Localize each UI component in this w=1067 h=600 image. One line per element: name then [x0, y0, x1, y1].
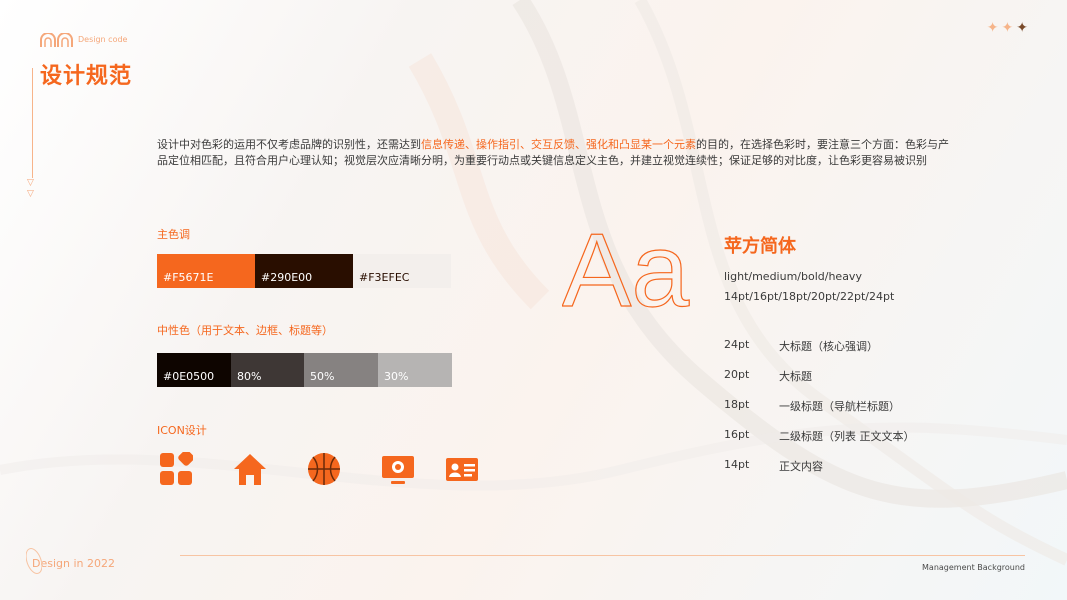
type-usage: 大标题: [779, 370, 812, 383]
type-size: 16pt: [724, 428, 750, 441]
chevron-down-icon: ▽: [27, 189, 34, 199]
color-code: 50%: [310, 370, 335, 383]
type-usage: 二级标题（列表 正文文本）: [779, 430, 915, 443]
type-size: 20pt: [724, 368, 750, 381]
color-code: #F3EFEC: [359, 271, 410, 284]
type-scale-row: 14pt 正文内容: [724, 458, 823, 474]
type-size: 18pt: [724, 398, 750, 411]
icon-section-label: ICON设计: [157, 424, 207, 437]
color-swatch: 80%: [231, 353, 304, 387]
vertical-divider: [32, 68, 33, 178]
type-scale-row: 20pt 大标题: [724, 368, 812, 384]
color-code: 80%: [237, 370, 262, 383]
color-swatch: #0E0500: [157, 353, 231, 387]
intro-paragraph: 设计中对色彩的运用不仅考虑品牌的识别性，还需达到信息传递、操作指引、交互反馈、强…: [157, 137, 957, 169]
basketball-icon: [305, 450, 343, 488]
type-scale-row: 24pt 大标题（核心强调）: [724, 338, 878, 354]
color-code: #F5671E: [163, 271, 214, 284]
main-color-swatches: #F5671E #290E00 #F3EFEC: [157, 254, 451, 288]
chevron-down-icon: ▽: [27, 178, 34, 188]
color-code: 30%: [384, 370, 409, 383]
type-scale-row: 18pt 一级标题（导航栏标题）: [724, 398, 900, 414]
page-title: 设计规范: [40, 64, 133, 89]
color-swatch: #F3EFEC: [353, 254, 451, 288]
oval-outline-icon: [26, 548, 42, 574]
font-name: 苹方简体: [724, 236, 796, 257]
main-colors-label: 主色调: [157, 228, 190, 241]
id-card-icon: [443, 450, 481, 488]
intro-highlight: 信息传递、操作指引、交互反馈、强化和凸显某一个元素: [421, 138, 696, 151]
color-swatch: #F5671E: [157, 254, 255, 288]
neutral-color-swatches: #0E0500 80% 50% 30%: [157, 353, 452, 387]
sample-glyph-text: Aa: [562, 218, 689, 314]
type-size: 14pt: [724, 458, 750, 471]
double-arch-logo-icon: [40, 32, 74, 51]
font-sizes: 14pt/16pt/18pt/20pt/22pt/24pt: [724, 290, 895, 303]
apps-grid-icon: [157, 450, 195, 488]
icon-showcase: [157, 450, 481, 488]
color-swatch: 30%: [378, 353, 452, 387]
type-scale-row: 16pt 二级标题（列表 正文文本）: [724, 428, 915, 444]
neutral-colors-label: 中性色（用于文本、边框、标题等）: [157, 324, 333, 337]
design-code-label: Design code: [78, 35, 128, 44]
background-wave-pattern: [0, 0, 1067, 566]
type-usage: 正文内容: [779, 460, 823, 473]
footer-right-label: Management Background: [922, 563, 1025, 572]
color-code: #0E0500: [163, 370, 215, 383]
font-weights: light/medium/bold/heavy: [724, 270, 862, 283]
footer-year-text: Design in 2022: [32, 557, 115, 570]
intro-text: 设计中对色彩的运用不仅考虑品牌的识别性，还需达到: [157, 138, 421, 151]
type-usage: 一级标题（导航栏标题）: [779, 400, 900, 413]
sparkle-icon: ✦✦✦: [986, 20, 1031, 36]
footer-year-label: Design in 2022: [26, 548, 115, 574]
home-icon: [231, 450, 269, 488]
color-swatch: #290E00: [255, 254, 353, 288]
type-size: 24pt: [724, 338, 750, 351]
color-code: #290E00: [261, 271, 313, 284]
color-swatch: 50%: [304, 353, 378, 387]
monitor-settings-icon: [379, 450, 417, 488]
font-sample-glyph: Aa: [561, 212, 702, 329]
footer-divider: [180, 555, 1025, 556]
type-usage: 大标题（核心强调）: [779, 340, 878, 353]
